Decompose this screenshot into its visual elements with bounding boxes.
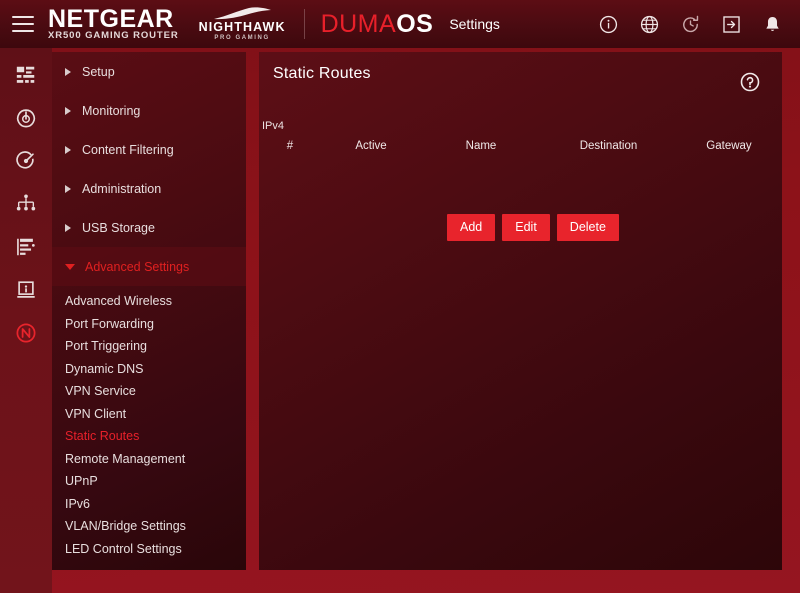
sidebar-item-label: Advanced Wireless	[65, 294, 172, 309]
sidebar-item-label: Dynamic DNS	[65, 361, 144, 376]
sidebar-item-label: Port Triggering	[65, 339, 147, 354]
netduma-n-icon[interactable]	[15, 322, 37, 344]
help-circle-icon[interactable]	[740, 72, 760, 92]
app-header: NETGEAR XR500 GAMING ROUTER NIGHTHAWK PR…	[0, 0, 800, 48]
left-icon-rail	[0, 48, 52, 593]
settings-label: Settings	[449, 16, 500, 32]
sidebar-group-monitoring[interactable]: Monitoring	[52, 91, 246, 130]
chevron-right-icon	[65, 145, 71, 154]
sidebar-item-upnp[interactable]: UPnP	[52, 470, 246, 493]
chevron-right-icon	[65, 223, 71, 232]
globe-icon[interactable]	[640, 15, 659, 34]
hamburger-bar	[12, 30, 34, 32]
sidebar-item-label: IPv6	[65, 496, 91, 511]
sidebar-item-label: Port Forwarding	[65, 316, 154, 331]
sidebar-item-advanced-wireless[interactable]: Advanced Wireless	[52, 290, 246, 313]
sidebar-item-vpn-client[interactable]: VPN Client	[52, 403, 246, 426]
hawk-wing-icon	[214, 7, 272, 20]
delete-button[interactable]: Delete	[556, 214, 619, 241]
refresh-clock-icon[interactable]	[681, 15, 700, 34]
sidebar-group-advanced-settings[interactable]: Advanced Settings	[52, 247, 246, 286]
sidebar-item-port-triggering[interactable]: Port Triggering	[52, 335, 246, 358]
nighthawk-tagline: PRO GAMING	[214, 35, 270, 41]
column-header-name: Name	[465, 140, 497, 152]
network-map-icon[interactable]	[15, 193, 37, 215]
sidebar-item-label: VPN Client	[65, 406, 127, 421]
dumaos-logo: DUMAOS	[321, 11, 434, 37]
page-title: Static Routes	[273, 65, 371, 82]
speedometer-icon[interactable]	[15, 107, 37, 129]
column-header-gateway: Gateway	[706, 140, 752, 152]
geo-filter-icon[interactable]	[15, 150, 37, 172]
bell-icon[interactable]	[763, 15, 782, 34]
nighthawk-logo: NIGHTHAWK PRO GAMING	[199, 5, 286, 43]
sidebar-item-static-routes[interactable]: Static Routes	[52, 425, 246, 448]
sidebar-group-label: USB Storage	[82, 220, 155, 235]
netgear-wordmark: NETGEAR	[48, 4, 174, 33]
chevron-right-icon	[65, 106, 71, 115]
sidebar-group-label: Advanced Settings	[85, 259, 190, 274]
sidebar-item-port-forwarding[interactable]: Port Forwarding	[52, 313, 246, 336]
chevron-right-icon	[65, 184, 71, 193]
info-icon[interactable]	[599, 15, 618, 34]
sidebar-item-vpn-service[interactable]: VPN Service	[52, 380, 246, 403]
dumaos-os-text: OS	[396, 10, 434, 38]
sidebar-item-dynamic-dns[interactable]: Dynamic DNS	[52, 358, 246, 381]
sidebar-submenu-advanced-settings: Advanced Wireless Port Forwarding Port T…	[52, 286, 246, 560]
traffic-controller-icon[interactable]	[15, 236, 37, 258]
sidebar-nav: Setup Monitoring Content Filtering Admin…	[52, 52, 246, 570]
header-icon-group	[599, 15, 782, 34]
dumaos-duma-text: DUMA	[320, 10, 397, 38]
main-content-panel: Static Routes IPv4 # Active Name Destina…	[259, 52, 782, 570]
hamburger-icon[interactable]	[12, 16, 34, 32]
sidebar-group-label: Monitoring	[82, 103, 141, 118]
add-button[interactable]: Add	[447, 214, 496, 241]
sidebar-item-label: VPN Service	[65, 384, 136, 399]
hamburger-bar	[12, 16, 34, 18]
hamburger-bar	[12, 23, 34, 25]
column-header-active: Active	[355, 140, 387, 152]
chevron-right-icon	[65, 67, 71, 76]
netgear-model-label: XR500 GAMING ROUTER	[48, 29, 179, 41]
sidebar-item-led-control-settings[interactable]: LED Control Settings	[52, 538, 246, 561]
header-divider	[303, 9, 305, 39]
sidebar-item-label: LED Control Settings	[65, 541, 182, 556]
column-header-destination: Destination	[579, 140, 638, 152]
sidebar-group-content-filtering[interactable]: Content Filtering	[52, 130, 246, 169]
sidebar-item-label: VLAN/Bridge Settings	[65, 519, 186, 534]
sidebar-item-label: UPnP	[65, 474, 98, 489]
logout-icon[interactable]	[722, 15, 741, 34]
device-manager-icon[interactable]	[15, 279, 37, 301]
edit-button[interactable]: Edit	[502, 214, 550, 241]
sidebar-item-vlan-bridge-settings[interactable]: VLAN/Bridge Settings	[52, 515, 246, 538]
chevron-down-icon	[65, 263, 75, 270]
sidebar-group-label: Setup	[82, 64, 115, 79]
sidebar-group-setup[interactable]: Setup	[52, 52, 246, 91]
sidebar-item-remote-management[interactable]: Remote Management	[52, 448, 246, 471]
netgear-logo: NETGEAR XR500 GAMING ROUTER	[48, 4, 179, 42]
column-header-number: #	[286, 140, 294, 152]
dashboard-icon[interactable]	[15, 64, 37, 86]
sidebar-group-label: Content Filtering	[82, 142, 174, 157]
routes-table-header: # Active Name Destination Gateway	[259, 140, 782, 152]
section-label-ipv4: IPv4	[262, 120, 285, 132]
sidebar-group-administration[interactable]: Administration	[52, 169, 246, 208]
sidebar-item-label: Static Routes	[65, 429, 140, 444]
routes-action-buttons: Add Edit Delete	[447, 214, 619, 241]
sidebar-item-label: Remote Management	[65, 451, 186, 466]
sidebar-item-ipv6[interactable]: IPv6	[52, 493, 246, 516]
nighthawk-wordmark: NIGHTHAWK	[198, 20, 286, 34]
sidebar-group-label: Administration	[82, 181, 162, 196]
sidebar-group-list: Setup Monitoring Content Filtering Admin…	[52, 52, 246, 286]
sidebar-group-usb-storage[interactable]: USB Storage	[52, 208, 246, 247]
